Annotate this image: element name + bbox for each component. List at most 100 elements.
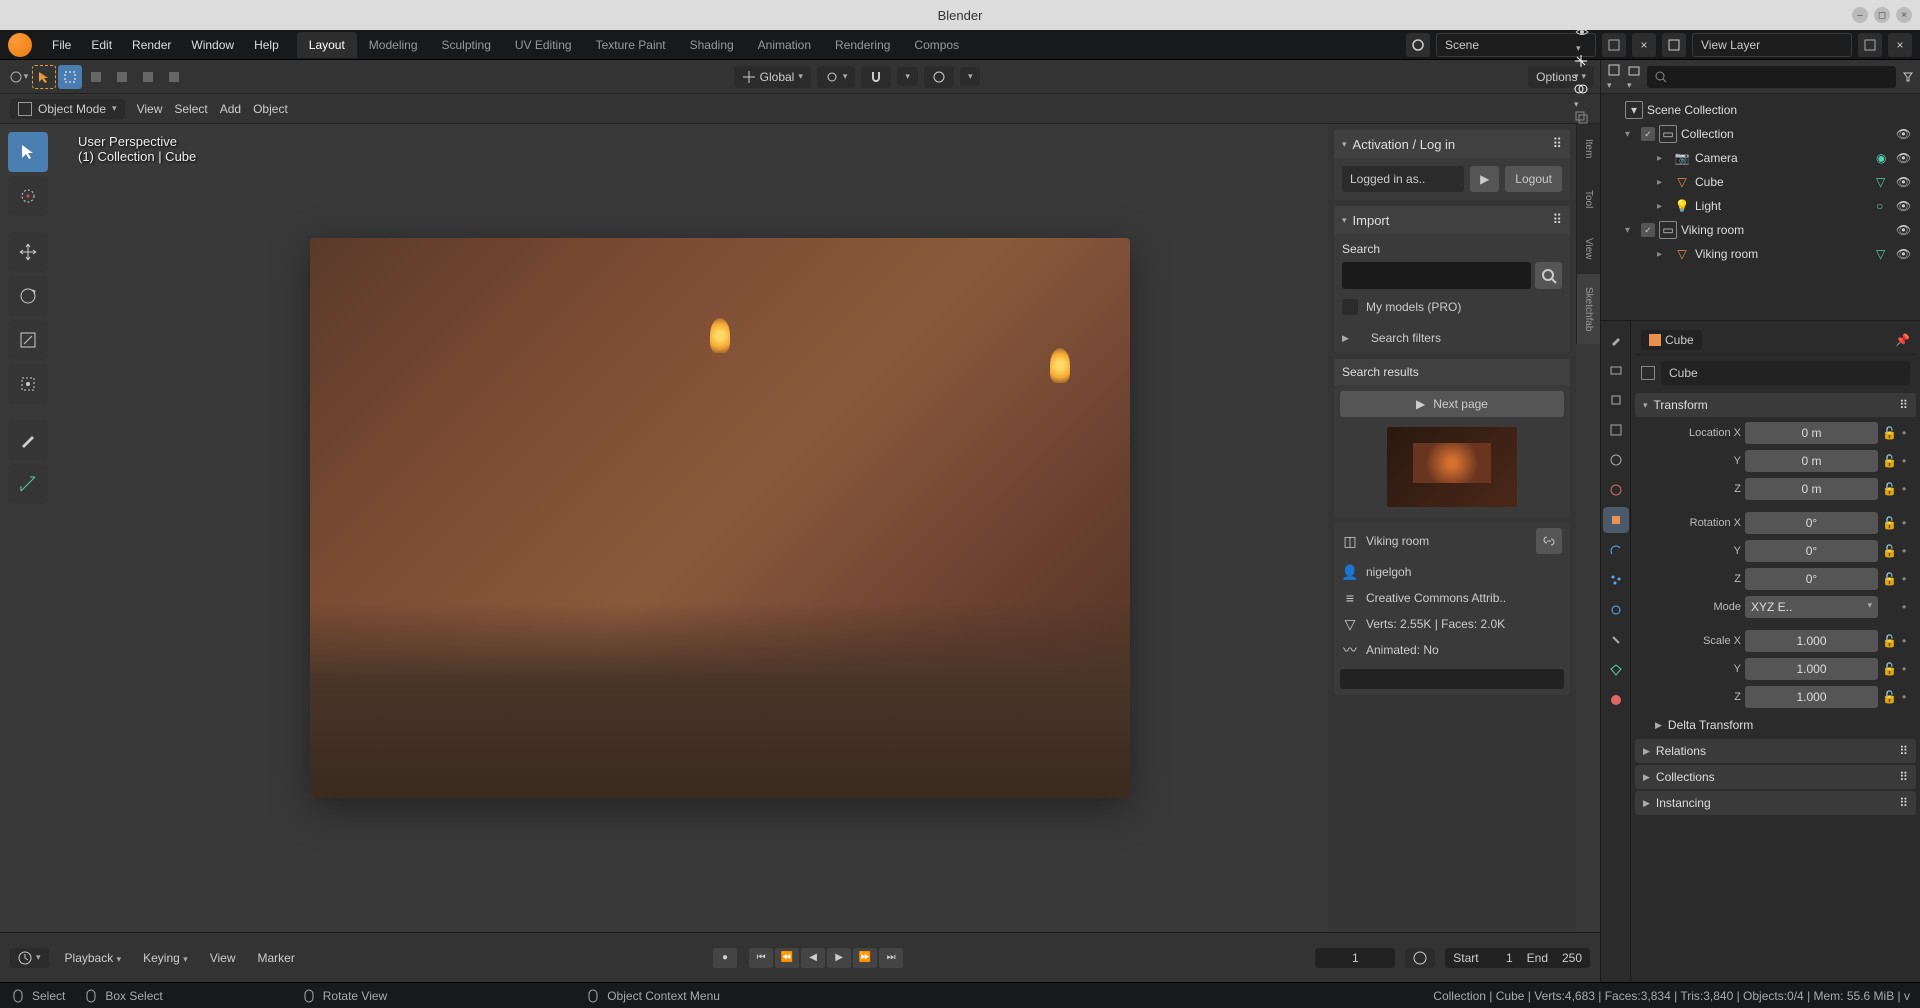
checkbox-icon[interactable]: ✓: [1641, 223, 1655, 237]
keyframe-dot[interactable]: •: [1902, 600, 1910, 614]
camera-row[interactable]: ▸📷Camera◉👁: [1601, 146, 1920, 170]
open-link-button[interactable]: [1536, 528, 1562, 554]
scale-x-field[interactable]: 1.000: [1745, 630, 1878, 652]
timeline-editor-dropdown[interactable]: ▾: [10, 948, 49, 968]
tab-layout[interactable]: Layout: [297, 32, 357, 58]
maximize-button[interactable]: ◻: [1874, 7, 1890, 23]
lock-icon[interactable]: 🔓: [1882, 426, 1898, 440]
eye-icon[interactable]: 👁: [1896, 247, 1912, 261]
lock-icon[interactable]: 🔓: [1882, 572, 1898, 586]
next-page-button[interactable]: ▶Next page: [1340, 391, 1564, 417]
eye-icon[interactable]: 👁: [1896, 199, 1912, 213]
light-row[interactable]: ▸💡Light○👁: [1601, 194, 1920, 218]
select-box-icon[interactable]: [58, 65, 82, 89]
data-icon[interactable]: ▽: [1876, 175, 1892, 189]
lock-icon[interactable]: 🔓: [1882, 516, 1898, 530]
jump-end-button[interactable]: ⏭: [879, 948, 903, 968]
tab-modeling[interactable]: Modeling: [357, 32, 430, 58]
play-reverse-button[interactable]: ◀: [801, 948, 825, 968]
data-icon[interactable]: ◉: [1876, 151, 1892, 165]
instancing-section-header[interactable]: ▶Instancing⠿: [1635, 791, 1916, 815]
scale-tool[interactable]: [8, 320, 48, 360]
tab-modifier-props[interactable]: [1603, 537, 1629, 563]
menu-file[interactable]: File: [42, 38, 81, 52]
location-z-field[interactable]: 0 m: [1745, 478, 1878, 500]
display-mode-dropdown[interactable]: ▾: [1627, 63, 1641, 91]
tab-material-props[interactable]: [1603, 687, 1629, 713]
start-frame-field[interactable]: 1: [1483, 951, 1513, 965]
tab-animation[interactable]: Animation: [746, 32, 823, 58]
close-button[interactable]: ×: [1896, 7, 1912, 23]
keyframe-dot[interactable]: •: [1902, 482, 1910, 496]
search-input[interactable]: [1342, 262, 1531, 289]
rotation-x-field[interactable]: 0°: [1745, 512, 1878, 534]
menu-keying[interactable]: Keying ▾: [137, 951, 194, 965]
pin-icon[interactable]: 📌: [1895, 333, 1910, 347]
tab-constraint-props[interactable]: [1603, 627, 1629, 653]
tab-object-props[interactable]: [1603, 507, 1629, 533]
blender-logo-icon[interactable]: [8, 33, 32, 57]
menu-select[interactable]: Select: [174, 102, 207, 116]
measure-tool[interactable]: [8, 464, 48, 504]
tab-particle-props[interactable]: [1603, 567, 1629, 593]
outliner-search[interactable]: [1647, 66, 1896, 88]
data-icon[interactable]: ○: [1876, 199, 1892, 213]
transform-section-header[interactable]: ▾Transform⠿: [1635, 393, 1916, 417]
rotation-z-field[interactable]: 0°: [1745, 568, 1878, 590]
lock-icon[interactable]: 🔓: [1882, 454, 1898, 468]
lock-icon[interactable]: 🔓: [1882, 690, 1898, 704]
eye-icon[interactable]: 👁: [1896, 223, 1912, 237]
lock-icon[interactable]: 🔓: [1882, 634, 1898, 648]
keyframe-dot[interactable]: •: [1902, 634, 1910, 648]
end-frame-field[interactable]: 250: [1552, 951, 1582, 965]
menu-window[interactable]: Window: [181, 38, 244, 52]
overlay-dropdown[interactable]: ▾: [1574, 96, 1590, 110]
tab-world-props[interactable]: [1603, 477, 1629, 503]
overlay-toggle[interactable]: [1574, 82, 1590, 96]
viking-mesh-row[interactable]: ▸▽Viking room▽👁: [1601, 242, 1920, 266]
tab-render-props[interactable]: [1603, 357, 1629, 383]
rotation-mode-dropdown[interactable]: XYZ E.. ▾: [1745, 596, 1878, 618]
select-variant-4-icon[interactable]: [162, 65, 186, 89]
keyframe-prev-button[interactable]: ⏪: [775, 948, 799, 968]
keyframe-dot[interactable]: •: [1902, 572, 1910, 586]
orientation-dropdown[interactable]: Global ▾: [734, 66, 811, 88]
tab-sculpting[interactable]: Sculpting: [430, 32, 503, 58]
keyframe-dot[interactable]: •: [1902, 690, 1910, 704]
logout-button[interactable]: Logout: [1505, 166, 1562, 192]
relations-section-header[interactable]: ▶Relations⠿: [1635, 739, 1916, 763]
tab-tool[interactable]: Tool: [1576, 174, 1600, 224]
select-tool[interactable]: [8, 132, 48, 172]
select-variant-3-icon[interactable]: [136, 65, 160, 89]
delete-layer-button[interactable]: ×: [1888, 33, 1912, 57]
keyframe-dot[interactable]: •: [1902, 454, 1910, 468]
lock-icon[interactable]: 🔓: [1882, 662, 1898, 676]
play-button[interactable]: ▶: [827, 948, 851, 968]
tab-rendering[interactable]: Rendering: [823, 32, 902, 58]
play-button[interactable]: ▶: [1470, 166, 1499, 192]
tab-scene-props[interactable]: [1603, 447, 1629, 473]
snap-dropdown[interactable]: ▾: [897, 67, 918, 86]
outliner-editor-dropdown[interactable]: ▾: [1607, 63, 1621, 91]
keyframe-dot[interactable]: •: [1902, 544, 1910, 558]
minimize-button[interactable]: –: [1852, 7, 1868, 23]
tab-item[interactable]: Item: [1576, 124, 1600, 174]
layer-browse-icon[interactable]: [1662, 33, 1686, 57]
menu-view[interactable]: View: [137, 102, 163, 116]
eye-icon[interactable]: 👁: [1896, 127, 1912, 141]
select-variant-1-icon[interactable]: [84, 65, 108, 89]
editor-type-dropdown[interactable]: ▾: [6, 65, 30, 89]
auto-key-toggle[interactable]: ●: [713, 948, 737, 968]
tab-compositing[interactable]: Compos: [902, 32, 971, 58]
scale-z-field[interactable]: 1.000: [1745, 686, 1878, 708]
jump-start-button[interactable]: ⏮: [749, 948, 773, 968]
collections-section-header[interactable]: ▶Collections⠿: [1635, 765, 1916, 789]
collection-row[interactable]: ▾✓▭Collection👁: [1601, 122, 1920, 146]
menu-view-tl[interactable]: View: [204, 951, 242, 965]
new-layer-button[interactable]: [1858, 33, 1882, 57]
checkbox-icon[interactable]: ✓: [1641, 127, 1655, 141]
activation-header[interactable]: ▾Activation / Log in⠿: [1334, 130, 1570, 158]
annotate-tool[interactable]: [8, 420, 48, 460]
menu-playback[interactable]: Playback ▾: [59, 951, 128, 965]
sync-button[interactable]: [1405, 948, 1435, 968]
